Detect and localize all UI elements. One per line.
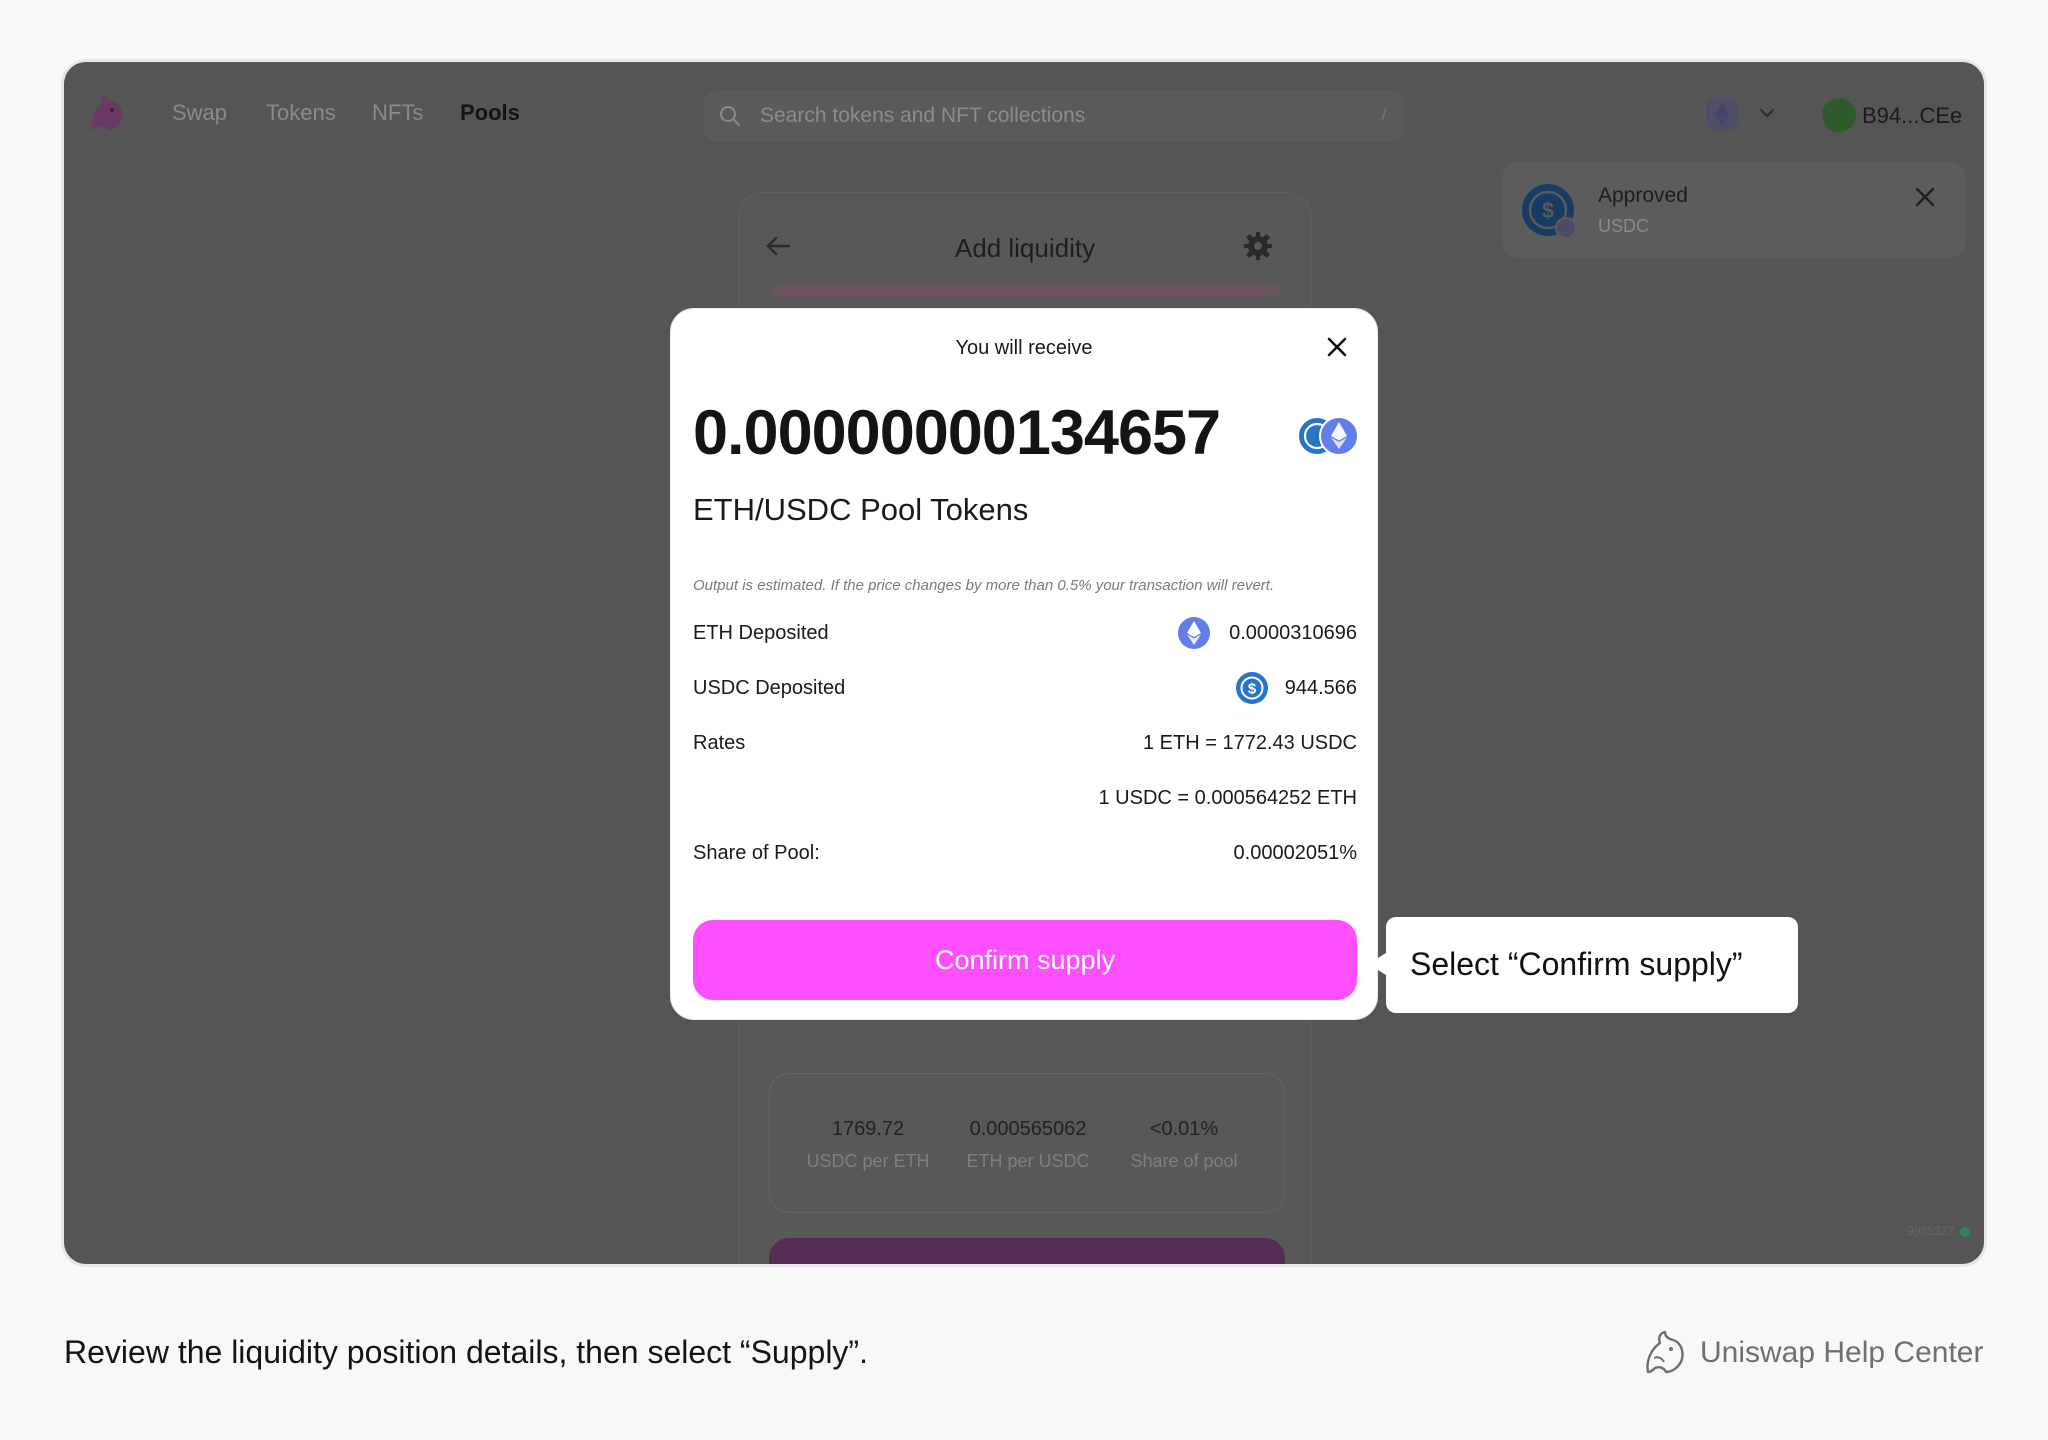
usdc-deposited-row: USDC Deposited $ 944.566: [693, 669, 1357, 709]
nav-swap[interactable]: Swap: [172, 100, 227, 126]
nav-nfts[interactable]: NFTs: [372, 100, 423, 126]
approval-toast: $ Approved USDC: [1502, 162, 1966, 258]
more-menu-icon[interactable]: •••: [552, 92, 582, 123]
toast-title: Approved: [1598, 184, 1688, 207]
pool-stats: 1769.72 USDC per ETH 0.000565062 ETH per…: [769, 1073, 1285, 1213]
confirm-supply-modal: You will receive 0.00000000134657 ETH/US…: [670, 308, 1378, 1020]
share-of-pool-row: Share of Pool: 0.00002051%: [693, 842, 1357, 864]
eth-usdc-pair-icon: [1297, 416, 1359, 456]
gear-icon[interactable]: [1241, 229, 1275, 263]
modal-title: You will receive: [955, 337, 1093, 359]
stat-eth-per-usdc: 0.000565062 ETH per USDC: [966, 1118, 1090, 1171]
close-icon[interactable]: [1323, 333, 1351, 361]
navbar: Swap Tokens NFTs Pools ••• /: [64, 62, 1984, 166]
build-number: 9935327: [1907, 1224, 1970, 1238]
pool-token-label: ETH/USDC Pool Tokens: [693, 492, 1029, 527]
stat-usdc-per-eth: 1769.72 USDC per ETH: [806, 1118, 930, 1171]
instruction-callout: Select “Confirm supply”: [1368, 917, 1798, 1013]
pool-info-banner: [771, 285, 1281, 297]
search-bar[interactable]: /: [704, 90, 1404, 142]
toast-close-icon[interactable]: [1910, 182, 1940, 212]
account-address: B94...CEe: [1862, 103, 1963, 128]
receive-amount: 0.00000000134657: [693, 398, 1221, 468]
eth-icon: [1178, 617, 1210, 649]
chevron-down-icon: [1760, 109, 1774, 117]
ethereum-network-icon: [1706, 98, 1738, 130]
svg-text:$: $: [1542, 198, 1554, 223]
step-caption: Review the liquidity position details, t…: [64, 1334, 868, 1370]
slippage-note: Output is estimated. If the price change…: [693, 577, 1275, 594]
avatar: [1822, 98, 1856, 132]
svg-text:$: $: [1248, 681, 1257, 698]
search-icon: [720, 106, 740, 126]
status-dot-icon: [1960, 1226, 1970, 1237]
search-input[interactable]: [760, 90, 1320, 142]
rates-row-inverse: 1 USDC = 0.000564252 ETH: [1098, 787, 1358, 809]
usdc-icon: $: [1522, 184, 1577, 239]
uniswap-logo-icon[interactable]: [84, 92, 128, 136]
supply-button[interactable]: Supply: [769, 1238, 1285, 1264]
callout-text: Select “Confirm supply”: [1410, 946, 1743, 982]
nav-tokens[interactable]: Tokens: [266, 100, 336, 126]
brand-text: Uniswap Help Center: [1700, 1336, 1984, 1369]
panel-title: Add liquidity: [954, 233, 1096, 263]
search-shortcut-hint: /: [1381, 107, 1387, 124]
account-button[interactable]: B94...CEe: [1816, 92, 1966, 138]
toast-subtitle: USDC: [1598, 216, 1650, 236]
eth-deposited-row: ETH Deposited 0.0000310696: [693, 614, 1357, 654]
network-selector[interactable]: [1706, 92, 1802, 138]
stat-share-of-pool: <0.01% Share of pool: [1130, 1118, 1238, 1171]
uniswap-unicorn-icon: [1646, 1330, 1684, 1374]
nav-pools[interactable]: Pools: [460, 100, 520, 126]
rates-row: Rates 1 ETH = 1772.43 USDC: [693, 732, 1357, 754]
confirm-supply-button[interactable]: Confirm supply: [693, 920, 1357, 1000]
usdc-icon: $: [1236, 672, 1268, 704]
